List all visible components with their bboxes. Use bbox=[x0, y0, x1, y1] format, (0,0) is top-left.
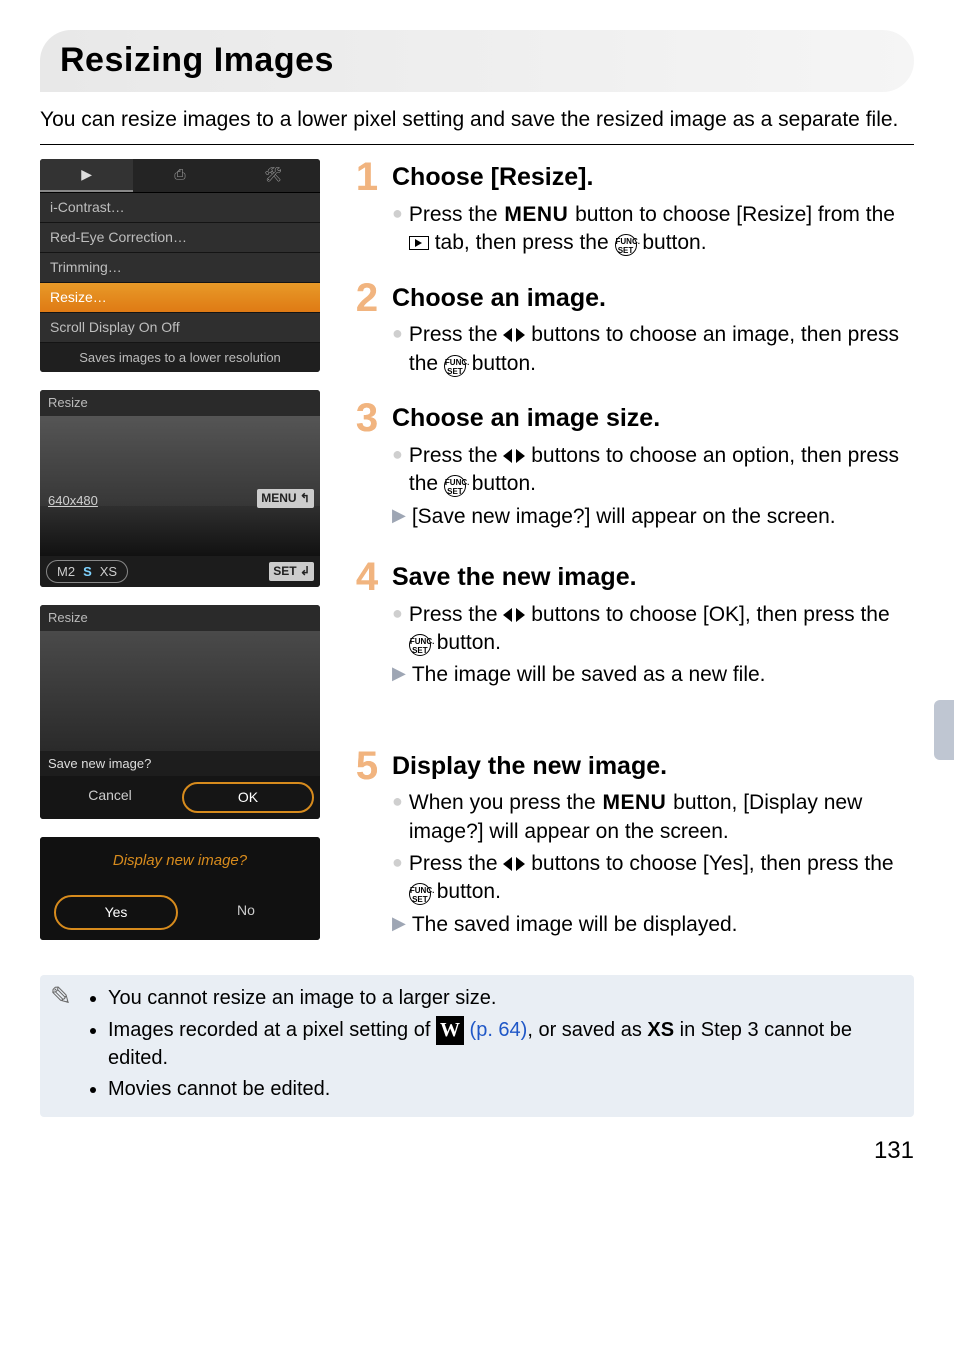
ok-button[interactable]: OK bbox=[182, 782, 314, 813]
step-1-number: 1 bbox=[350, 159, 384, 195]
preview-skyline bbox=[40, 506, 320, 556]
step-1-text: Press the MENU button to choose [Resize]… bbox=[409, 201, 914, 258]
menu-item-trimming[interactable]: Trimming… bbox=[40, 253, 320, 283]
set-badge[interactable]: SET ↲ bbox=[269, 562, 314, 580]
step-3-title: Choose an image size. bbox=[392, 400, 660, 436]
menu-items: i-Contrast… Red-Eye Correction… Trimming… bbox=[40, 193, 320, 342]
menu-item-icontrast[interactable]: i-Contrast… bbox=[40, 193, 320, 223]
step-1-title: Choose [Resize]. bbox=[392, 159, 593, 195]
size-s[interactable]: S bbox=[83, 563, 92, 581]
size-xs[interactable]: XS bbox=[100, 563, 117, 581]
save-button-row: Cancel OK bbox=[40, 776, 320, 819]
step-5-text-a: When you press the MENU button, [Display… bbox=[409, 789, 914, 846]
intro-paragraph: You can resize images to a lower pixel s… bbox=[40, 106, 914, 134]
menu-item-resize[interactable]: Resize… bbox=[40, 283, 320, 313]
size-selector-bar: M2 S XS SET ↲ bbox=[40, 556, 320, 588]
step-2-title: Choose an image. bbox=[392, 280, 606, 316]
step-3-number: 3 bbox=[350, 400, 384, 436]
func-set-icon: FUNC.SET bbox=[615, 234, 637, 256]
playback-tab-icon bbox=[409, 236, 429, 250]
bullet-icon: ● bbox=[392, 850, 403, 907]
note-list: You cannot resize an image to a larger s… bbox=[90, 985, 902, 1103]
divider bbox=[40, 144, 914, 145]
step-1: 1 Choose [Resize]. ● Press the MENU butt… bbox=[350, 159, 914, 257]
menu-icon: MENU bbox=[503, 201, 569, 229]
size-m2[interactable]: M2 bbox=[57, 563, 75, 581]
menu-item-scrolldisplay[interactable]: Scroll Display On Off bbox=[40, 313, 320, 343]
w-icon: W bbox=[436, 1016, 464, 1045]
size-readout: 640x480 bbox=[48, 492, 98, 510]
display-question: Display new image? bbox=[40, 837, 320, 885]
note-3: Movies cannot be edited. bbox=[108, 1076, 902, 1103]
section-title-bar: Resizing Images bbox=[40, 30, 914, 92]
step-5-title: Display the new image. bbox=[392, 748, 667, 784]
yes-button[interactable]: Yes bbox=[54, 895, 178, 930]
bullet-icon: ● bbox=[392, 442, 403, 499]
bullet-icon: ● bbox=[392, 601, 403, 658]
func-set-icon: FUNC.SET bbox=[444, 355, 466, 377]
left-right-icon bbox=[503, 608, 525, 622]
display-button-row: Yes No bbox=[40, 885, 320, 940]
step-2: 2 Choose an image. ● Press the buttons t… bbox=[350, 280, 914, 378]
step-4-text-a: Press the buttons to choose [OK], then p… bbox=[409, 601, 914, 658]
menu-icon: MENU bbox=[601, 789, 667, 817]
step-2-text: Press the buttons to choose an image, th… bbox=[409, 321, 914, 378]
left-right-icon bbox=[503, 328, 525, 342]
display-confirm-screenshot: Display new image? Yes No bbox=[40, 837, 320, 940]
step-5-text-b: Press the buttons to choose [Yes], then … bbox=[409, 850, 914, 907]
step-4: 4 Save the new image. ● Press the button… bbox=[350, 559, 914, 690]
step-3-result: [Save new image?] will appear on the scr… bbox=[412, 503, 836, 531]
step-2-number: 2 bbox=[350, 280, 384, 316]
note-box: ✎ You cannot resize an image to a larger… bbox=[40, 975, 914, 1117]
bullet-icon: ● bbox=[392, 201, 403, 258]
screenshots-column: ▶ ⎙ 🛠 i-Contrast… Red-Eye Correction… Tr… bbox=[40, 159, 320, 961]
no-button[interactable]: No bbox=[186, 895, 306, 930]
bullet-icon: ● bbox=[392, 321, 403, 378]
xs-icon: XS bbox=[647, 1019, 674, 1041]
result-icon: ▶ bbox=[392, 911, 406, 939]
save-confirm-screenshot: Resize Save new image? Cancel OK bbox=[40, 605, 320, 819]
step-5-result: The saved image will be displayed. bbox=[412, 911, 738, 939]
pencil-icon: ✎ bbox=[50, 979, 72, 1014]
content-grid: ▶ ⎙ 🛠 i-Contrast… Red-Eye Correction… Tr… bbox=[40, 159, 914, 961]
note-1: You cannot resize an image to a larger s… bbox=[108, 985, 902, 1012]
step-5: 5 Display the new image. ● When you pres… bbox=[350, 748, 914, 939]
step-3: 3 Choose an image size. ● Press the butt… bbox=[350, 400, 914, 531]
step-4-title: Save the new image. bbox=[392, 559, 637, 595]
tab-print[interactable]: ⎙ bbox=[133, 159, 226, 192]
steps-column: 1 Choose [Resize]. ● Press the MENU butt… bbox=[350, 159, 914, 961]
func-set-icon: FUNC.SET bbox=[444, 475, 466, 497]
resize-top-label: Resize bbox=[40, 390, 320, 416]
save-question: Save new image? bbox=[40, 751, 320, 777]
menu-item-redeye[interactable]: Red-Eye Correction… bbox=[40, 223, 320, 253]
bullet-icon: ● bbox=[392, 789, 403, 846]
result-icon: ▶ bbox=[392, 503, 406, 531]
cancel-button[interactable]: Cancel bbox=[46, 782, 174, 813]
result-icon: ▶ bbox=[392, 661, 406, 689]
step-3-text-a: Press the buttons to choose an option, t… bbox=[409, 442, 914, 499]
step-5-number: 5 bbox=[350, 748, 384, 784]
page-ref-link[interactable]: (p. 64) bbox=[470, 1019, 528, 1041]
tab-playback[interactable]: ▶ bbox=[40, 159, 133, 192]
menu-screenshot: ▶ ⎙ 🛠 i-Contrast… Red-Eye Correction… Tr… bbox=[40, 159, 320, 372]
page-number: 131 bbox=[40, 1135, 914, 1167]
menu-tabbar: ▶ ⎙ 🛠 bbox=[40, 159, 320, 193]
func-set-icon: FUNC.SET bbox=[409, 634, 431, 656]
save-top-label: Resize bbox=[40, 605, 320, 631]
left-right-icon bbox=[503, 449, 525, 463]
tab-setup[interactable]: 🛠 bbox=[227, 159, 320, 192]
side-thumb-tab bbox=[934, 700, 954, 760]
step-4-number: 4 bbox=[350, 559, 384, 595]
menu-status-text: Saves images to a lower resolution bbox=[40, 343, 320, 373]
resize-preview: 640x480 MENU ↰ bbox=[40, 416, 320, 556]
func-set-icon: FUNC.SET bbox=[409, 883, 431, 905]
size-pill[interactable]: M2 S XS bbox=[46, 560, 128, 584]
save-preview bbox=[40, 631, 320, 751]
menu-back-badge[interactable]: MENU ↰ bbox=[257, 489, 314, 507]
page-title: Resizing Images bbox=[60, 38, 884, 84]
step-4-result: The image will be saved as a new file. bbox=[412, 661, 766, 689]
note-2: Images recorded at a pixel setting of W … bbox=[108, 1016, 902, 1072]
left-right-icon bbox=[503, 857, 525, 871]
resize-screenshot: Resize 640x480 MENU ↰ M2 S XS SET ↲ bbox=[40, 390, 320, 587]
